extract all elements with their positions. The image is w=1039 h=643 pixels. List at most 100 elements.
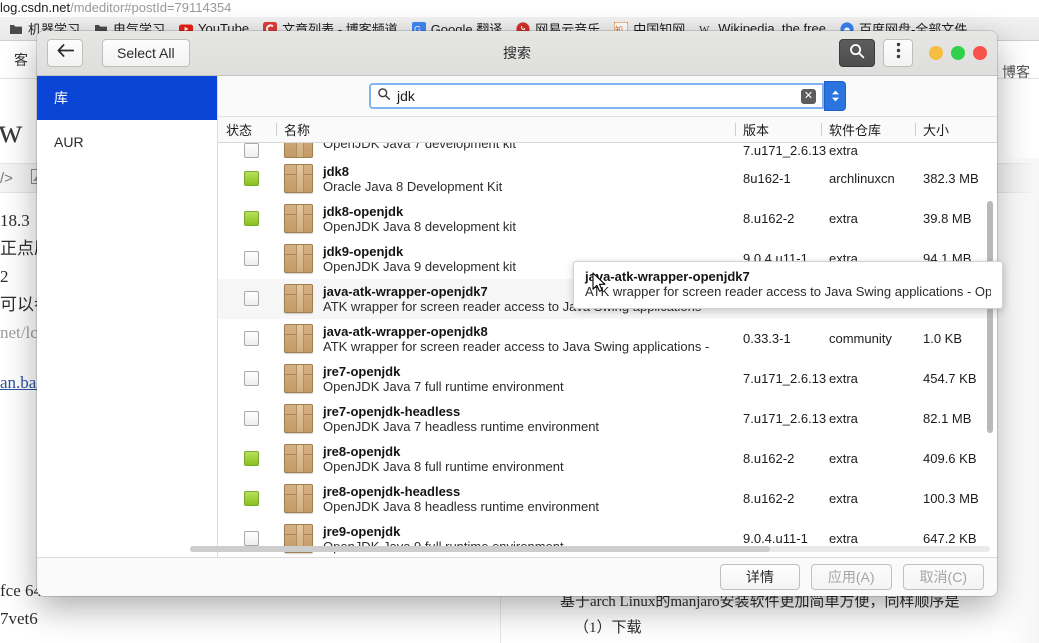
package-icon — [284, 364, 313, 393]
package-desc: Oracle Java 8 Development Kit — [323, 178, 503, 194]
package-checkbox[interactable] — [243, 211, 259, 226]
package-checkbox[interactable] — [243, 143, 259, 158]
search-toggle-button[interactable] — [839, 39, 875, 67]
row-name-cell: jre8-openjdk OpenJDK Java 8 full runtime… — [276, 444, 735, 474]
package-checkbox[interactable] — [243, 411, 259, 426]
pamac-search-dialog: Select All 搜索 库 AUR jdk ✕ 状态 名称 版本 软件仓库 … — [37, 31, 997, 596]
package-icon — [284, 164, 313, 193]
package-checkbox[interactable] — [243, 251, 259, 266]
vertical-scrollbar[interactable] — [987, 201, 993, 433]
row-name-cell: java-atk-wrapper-openjdk8 ATK wrapper fo… — [276, 324, 735, 354]
table-row[interactable]: jre7-openjdk-headless OpenJDK Java 7 hea… — [218, 399, 997, 439]
package-icon — [284, 324, 313, 353]
window-controls — [929, 46, 987, 60]
package-name: jre8-openjdk-headless — [323, 483, 461, 499]
kebab-menu-icon — [896, 42, 901, 64]
row-repo-cell: extra — [829, 491, 858, 506]
package-checkbox[interactable] — [243, 451, 259, 466]
table-row[interactable]: jre8-openjdk-headless OpenJDK Java 8 hea… — [218, 479, 997, 519]
close-button[interactable] — [973, 46, 987, 60]
row-name-cell: jre7-openjdk-headless OpenJDK Java 7 hea… — [276, 404, 735, 434]
row-state-cell[interactable] — [218, 171, 276, 186]
table-row[interactable]: jre8-openjdk OpenJDK Java 8 full runtime… — [218, 439, 997, 479]
package-text: jre8-openjdk-headless OpenJDK Java 8 hea… — [323, 484, 599, 514]
search-input[interactable]: jdk ✕ — [369, 83, 824, 109]
row-state-cell[interactable] — [218, 211, 276, 226]
row-state-cell[interactable] — [218, 451, 276, 466]
package-tooltip: java-atk-wrapper-openjdk7 ATK wrapper fo… — [573, 261, 1003, 309]
package-checkbox[interactable] — [243, 291, 259, 306]
code-icon[interactable]: /> — [0, 170, 13, 187]
column-header-repo[interactable]: 软件仓库 — [821, 120, 915, 139]
details-button[interactable]: 详情 — [719, 563, 800, 590]
row-state-cell[interactable] — [218, 371, 276, 386]
row-state-cell[interactable] — [218, 331, 276, 346]
package-checkbox[interactable] — [243, 331, 259, 346]
package-name: java-atk-wrapper-openjdk8 — [323, 323, 488, 339]
sidebar-item-label: 库 — [54, 90, 68, 106]
row-version-cell: 7.u171_2.6.13 — [743, 143, 827, 158]
folder-icon — [9, 22, 23, 36]
header-right-controls — [839, 39, 987, 67]
row-state-cell[interactable] — [218, 143, 276, 158]
column-header-state[interactable]: 状态 — [218, 120, 276, 139]
browser-tab[interactable]: 客 — [0, 50, 42, 70]
row-version-cell: 8.u162-2 — [743, 451, 795, 466]
row-size-cell: 409.6 KB — [923, 451, 977, 466]
search-row: jdk ✕ — [218, 76, 997, 117]
row-name-cell: OpenJDK Java 7 development kit — [276, 143, 735, 158]
package-text: jdk8-openjdk OpenJDK Java 8 development … — [323, 204, 516, 234]
package-desc: OpenJDK Java 7 development kit — [323, 143, 516, 151]
sidebar-item-aur[interactable]: AUR — [37, 120, 217, 164]
article-foot-line: 7vet6 — [0, 609, 38, 628]
apply-button[interactable]: 应用(A) — [810, 563, 892, 590]
package-checkbox[interactable] — [243, 371, 259, 386]
select-all-button[interactable]: Select All — [102, 39, 190, 67]
package-text: jre7-openjdk-headless OpenJDK Java 7 hea… — [323, 404, 599, 434]
row-size-cell: 647.2 KB — [923, 531, 977, 546]
package-list[interactable]: OpenJDK Java 7 development kit 7.u171_2.… — [218, 143, 997, 557]
package-icon — [284, 204, 313, 233]
package-desc: OpenJDK Java 9 development kit — [323, 258, 516, 274]
horizontal-scrollbar[interactable] — [190, 546, 770, 552]
row-version-cell: 8.u162-2 — [743, 491, 795, 506]
package-name: jre7-openjdk — [323, 363, 401, 379]
row-state-cell[interactable] — [218, 531, 276, 546]
column-header-name[interactable]: 名称 — [276, 120, 735, 139]
package-checkbox[interactable] — [243, 491, 259, 506]
table-row[interactable]: OpenJDK Java 7 development kit 7.u171_2.… — [218, 143, 997, 159]
main-panel: jdk ✕ 状态 名称 版本 软件仓库 大小 OpenJDK Java 7 de… — [218, 76, 997, 557]
updown-chevron-icon[interactable] — [824, 81, 846, 111]
browser-url-bar[interactable]: log.csdn.net/mdeditor#postId=79114354 — [0, 0, 1039, 16]
table-row[interactable]: jre7-openjdk OpenJDK Java 7 full runtime… — [218, 359, 997, 399]
row-state-cell[interactable] — [218, 291, 276, 306]
column-header-size[interactable]: 大小 — [915, 120, 997, 139]
row-state-cell[interactable] — [218, 411, 276, 426]
row-repo-cell: extra — [829, 211, 858, 226]
menu-button[interactable] — [883, 39, 913, 67]
column-header-version[interactable]: 版本 — [735, 120, 821, 139]
back-button[interactable] — [47, 39, 83, 67]
row-size-cell: 100.3 MB — [923, 491, 979, 506]
minimize-button[interactable] — [929, 46, 943, 60]
row-name-cell: jre7-openjdk OpenJDK Java 7 full runtime… — [276, 364, 735, 394]
dialog-header: Select All 搜索 — [37, 31, 997, 76]
row-state-cell[interactable] — [218, 491, 276, 506]
row-state-cell[interactable] — [218, 251, 276, 266]
table-row[interactable]: jdk8 Oracle Java 8 Development Kit 8u162… — [218, 159, 997, 199]
package-desc: OpenJDK Java 8 headless runtime environm… — [323, 498, 600, 514]
article-right-line: （1）下载 — [574, 620, 642, 636]
table-row[interactable]: java-atk-wrapper-openjdk8 ATK wrapper fo… — [218, 319, 997, 359]
article-link[interactable]: an.bai — [0, 373, 41, 392]
clear-icon[interactable]: ✕ — [801, 88, 816, 104]
package-checkbox[interactable] — [243, 531, 259, 546]
package-checkbox[interactable] — [243, 171, 259, 186]
package-name: jdk8-openjdk — [323, 203, 404, 219]
search-icon — [849, 43, 865, 64]
maximize-button[interactable] — [951, 46, 965, 60]
table-row[interactable]: jdk8-openjdk OpenJDK Java 8 development … — [218, 199, 997, 239]
package-name: jdk9-openjdk — [323, 243, 404, 259]
cancel-button[interactable]: 取消(C) — [902, 563, 984, 590]
sidebar-item-repos[interactable]: 库 — [37, 76, 217, 120]
row-size-cell: 382.3 MB — [923, 171, 979, 186]
